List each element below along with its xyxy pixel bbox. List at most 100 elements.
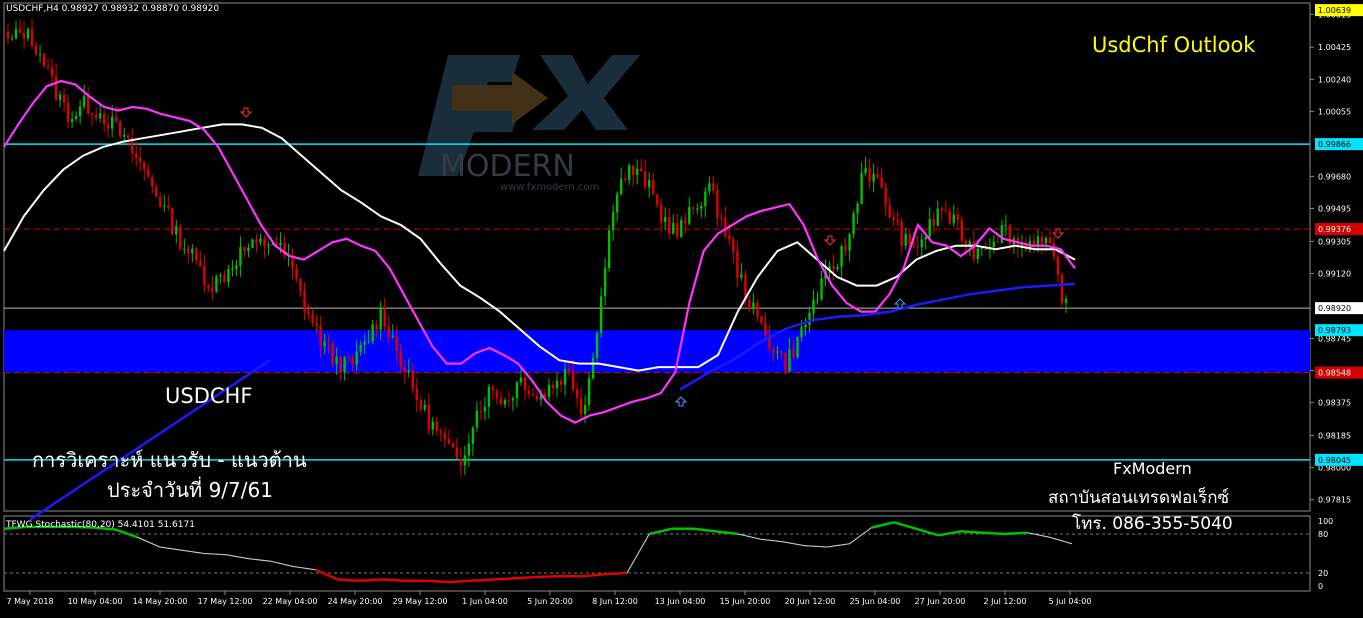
- candle-body: [62, 94, 66, 103]
- candle-body: [231, 268, 234, 270]
- candle-body: [367, 341, 370, 343]
- candle-body: [467, 443, 471, 456]
- candle-body: [752, 302, 755, 309]
- candle-body: [259, 238, 262, 243]
- candle-body: [559, 380, 563, 385]
- stoch-main-segment: [982, 531, 1006, 536]
- candle-body: [94, 114, 98, 119]
- candle-body: [139, 157, 142, 162]
- y-tick-label: 0.98185: [1318, 432, 1351, 441]
- candle-body: [223, 275, 226, 283]
- price-label: 0.98045: [1318, 456, 1351, 465]
- candle-body: [1056, 256, 1060, 275]
- candle-body: [732, 239, 735, 252]
- candle-body: [832, 266, 835, 269]
- candle-body: [110, 116, 114, 129]
- candle-body: [167, 205, 170, 209]
- stoch-tick-label: 80: [1318, 530, 1328, 539]
- candle-body: [227, 269, 230, 283]
- candle-body: [852, 213, 855, 235]
- candle-body: [944, 210, 947, 212]
- candle-body: [716, 190, 719, 218]
- candle-body: [764, 322, 767, 337]
- candle-body: [531, 394, 535, 396]
- candle-body: [163, 205, 166, 207]
- x-tick-label: 7 May 2018: [6, 597, 53, 606]
- candle-body: [34, 45, 38, 55]
- candle-body: [952, 214, 955, 224]
- candle-body: [740, 274, 743, 278]
- candle-body: [419, 400, 422, 410]
- candle-body: [880, 177, 883, 188]
- candle-body: [115, 116, 118, 122]
- candle-body: [58, 94, 62, 100]
- candle-body: [327, 341, 330, 344]
- candle-body: [483, 406, 487, 412]
- candle-body: [359, 344, 362, 352]
- candle-body: [844, 246, 847, 251]
- price-label: 0.99866: [1318, 140, 1351, 149]
- candle-body: [179, 226, 182, 250]
- chart-window[interactable]: MODERNwww.fxmodern.com1.006151.004251.00…: [0, 0, 1363, 614]
- candle-body: [784, 352, 787, 372]
- candle-body: [856, 203, 859, 214]
- candle-body: [70, 118, 74, 122]
- candle-body: [331, 343, 334, 364]
- candle-body: [451, 443, 455, 448]
- candle-body: [10, 38, 14, 40]
- candle-body: [371, 324, 374, 342]
- candle-body: [724, 218, 727, 236]
- candle-body: [804, 324, 807, 328]
- candle-body: [940, 208, 943, 211]
- chart-overlay-title: UsdChf Outlook: [1092, 33, 1256, 57]
- candle-body: [143, 161, 146, 170]
- stoch-tick-label: 100: [1318, 517, 1333, 526]
- watermark-url: www.fxmodern.com: [500, 182, 599, 193]
- support-zone: [4, 330, 1310, 373]
- candle-body: [840, 246, 843, 267]
- candle-body: [82, 95, 86, 107]
- candle-body: [972, 241, 976, 260]
- candle-body: [159, 196, 162, 207]
- candle-body: [788, 349, 791, 372]
- symbol-label: USDCHF: [165, 384, 253, 408]
- candle-body: [1048, 238, 1052, 243]
- candle-body: [203, 266, 206, 286]
- candle-body: [415, 388, 418, 401]
- candle-body: [760, 316, 763, 323]
- candle-body: [808, 312, 811, 325]
- candle-body: [515, 382, 519, 399]
- candle-body: [888, 204, 891, 218]
- x-tick-label: 8 Jun 12:00: [592, 597, 638, 606]
- candle-body: [215, 276, 218, 292]
- candle-body: [648, 180, 651, 188]
- candle-body: [183, 248, 186, 250]
- candle-body: [443, 433, 447, 440]
- candle-body: [26, 28, 30, 39]
- candle-body: [583, 404, 587, 414]
- candle-body: [736, 251, 739, 278]
- candle-body: [175, 226, 178, 235]
- candle-body: [864, 167, 867, 174]
- candle-body: [812, 299, 815, 313]
- candle-body: [860, 173, 863, 204]
- candle-body: [708, 183, 711, 192]
- candle-body: [475, 411, 479, 428]
- candle-body: [644, 171, 647, 188]
- candle-body: [78, 106, 82, 117]
- candle-body: [672, 223, 675, 234]
- candle-body: [652, 180, 655, 195]
- candle-body: [351, 357, 354, 365]
- candle: [171, 207, 174, 236]
- x-tick-label: 5 Jul 04:00: [1049, 597, 1092, 606]
- candle-body: [611, 212, 615, 231]
- candle-body: [379, 308, 382, 330]
- candle-body: [147, 169, 150, 177]
- candle-body: [1040, 236, 1044, 244]
- x-tick-label: 27 Jun 20:00: [915, 597, 966, 606]
- y-tick-label: 0.99120: [1318, 269, 1351, 278]
- candle-body: [996, 241, 1000, 243]
- candle-body: [455, 447, 459, 459]
- candle: [42, 52, 46, 68]
- candle-body: [219, 275, 222, 277]
